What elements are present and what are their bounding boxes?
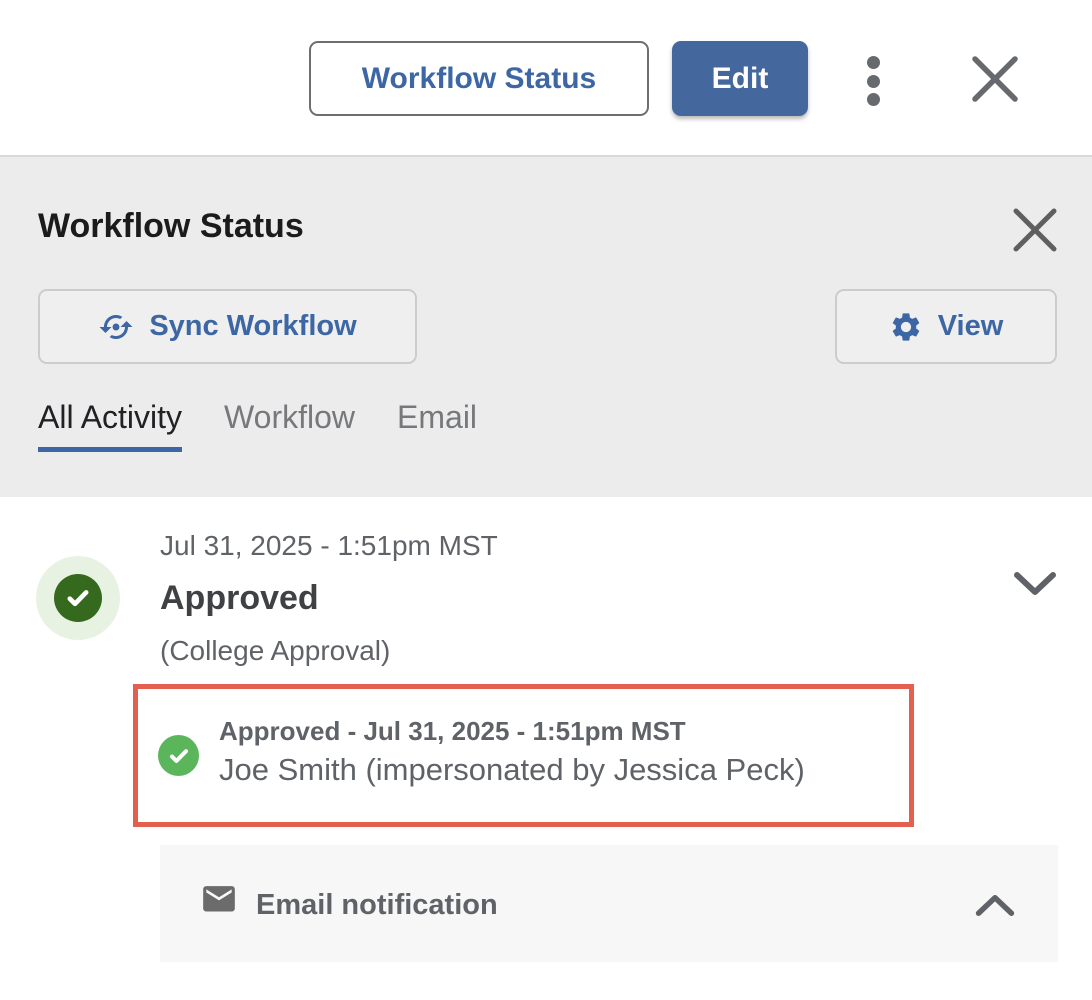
approval-detail-actor: Joe Smith (impersonated by Jessica Peck)	[219, 752, 805, 788]
chevron-up-icon[interactable]	[974, 891, 1016, 919]
workflow-status-dialog: Workflow Status Edit Workflow Status Syn…	[0, 0, 1092, 1000]
email-notification-label: Email notification	[256, 889, 498, 922]
approval-detail-highlight: Approved - Jul 31, 2025 - 1:51pm MST Joe…	[133, 684, 914, 827]
tab-all-activity[interactable]: All Activity	[38, 399, 182, 452]
mail-icon	[200, 886, 238, 918]
check-circle-icon	[54, 574, 102, 622]
approval-detail-headline: Approved - Jul 31, 2025 - 1:51pm MST	[219, 716, 686, 747]
panel-close-icon[interactable]	[1012, 207, 1058, 253]
sync-workflow-label: Sync Workflow	[149, 310, 356, 343]
entry-timestamp: Jul 31, 2025 - 1:51pm MST	[160, 530, 498, 562]
more-options-icon[interactable]	[865, 56, 881, 106]
entry-step: (College Approval)	[160, 635, 390, 667]
entry-status: Approved	[160, 579, 319, 618]
view-button[interactable]: View	[835, 289, 1057, 364]
workflow-status-panel: Workflow Status Sync Workflow View All A…	[0, 155, 1092, 497]
email-notification-row[interactable]: Email notification	[160, 845, 1058, 962]
workflow-status-button[interactable]: Workflow Status	[309, 41, 649, 116]
top-action-bar: Workflow Status Edit	[0, 0, 1092, 155]
tab-workflow[interactable]: Workflow	[224, 399, 355, 452]
panel-title: Workflow Status	[38, 207, 304, 246]
sync-workflow-button[interactable]: Sync Workflow	[38, 289, 417, 364]
tab-email[interactable]: Email	[397, 399, 477, 452]
approved-status-badge	[36, 556, 120, 640]
activity-tabs: All Activity Workflow Email	[38, 399, 477, 452]
gear-icon	[889, 310, 923, 344]
activity-timeline: Jul 31, 2025 - 1:51pm MST Approved (Coll…	[0, 497, 1092, 1000]
close-icon[interactable]	[969, 53, 1021, 105]
chevron-down-icon[interactable]	[1012, 569, 1058, 599]
view-button-label: View	[938, 310, 1004, 343]
check-circle-small-icon	[158, 735, 199, 776]
workflow-status-button-label: Workflow Status	[362, 62, 596, 96]
edit-button[interactable]: Edit	[672, 41, 808, 116]
sync-icon	[98, 309, 134, 345]
edit-button-label: Edit	[712, 62, 769, 96]
